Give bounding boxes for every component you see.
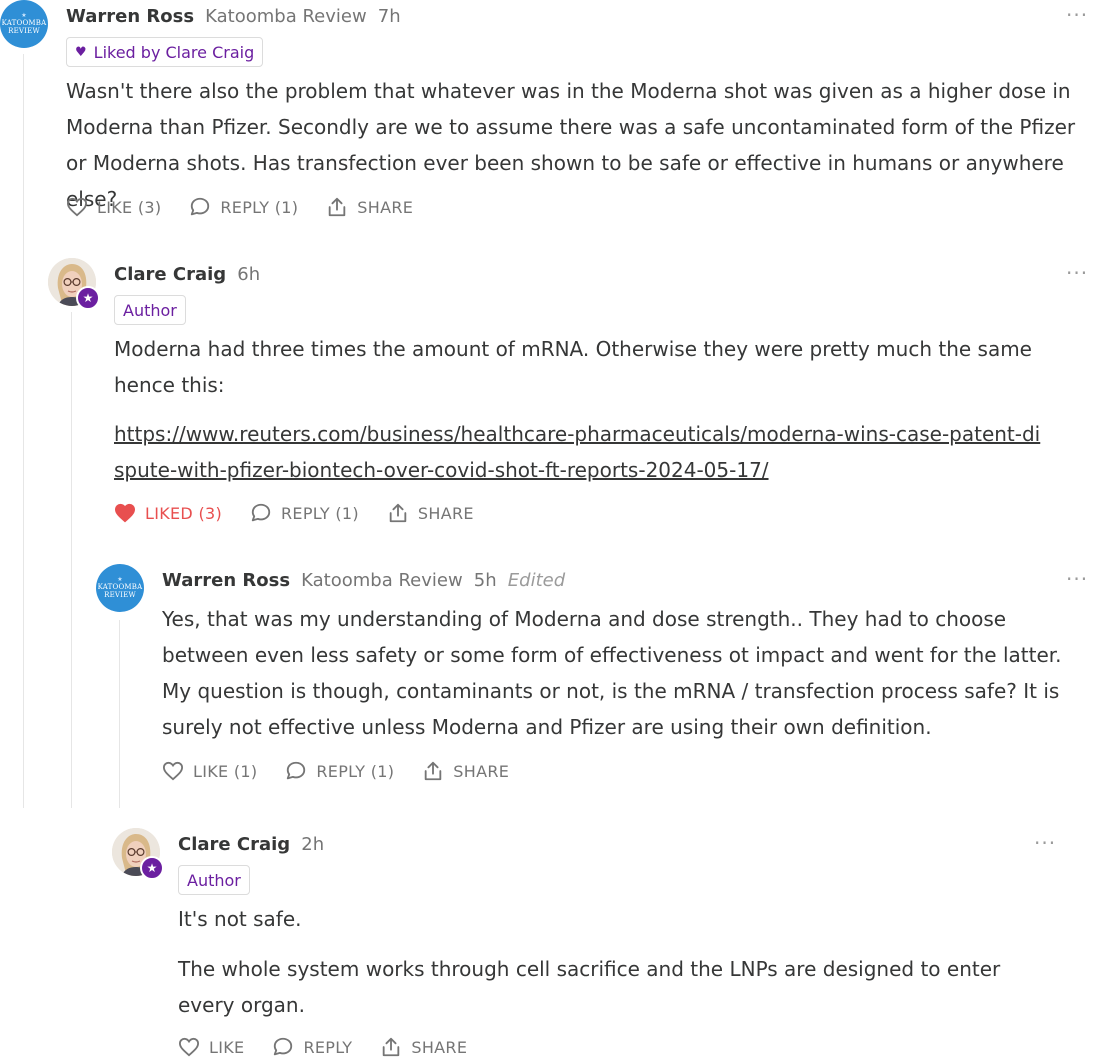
reply-label: REPLY [303,1037,353,1057]
share-label: SHARE [417,503,474,523]
share-icon [425,761,442,781]
liked-by-author-badge: ♥ Liked by Clare Craig [66,37,264,67]
share-label: SHARE [357,197,414,217]
author-badge: Author [114,295,186,325]
reply-button[interactable]: REPLY (1) [285,760,394,782]
edited-label: Edited [507,570,566,591]
comment-header: Warren Ross Katoomba Review 7h [66,6,407,28]
more-options-icon[interactable]: ··· [1066,5,1088,25]
timestamp[interactable]: 6h [237,264,260,285]
comment-paragraph: Yes, that was my understanding of Modern… [162,607,1062,739]
publication-name[interactable]: Katoomba Review [301,570,463,591]
reply-bubble-icon [251,503,271,522]
timestamp[interactable]: 7h [378,6,401,27]
more-options-icon[interactable]: ··· [1034,833,1056,853]
avatar[interactable]: ★ KATOOMBA REVIEW [0,0,48,48]
badge-label: Author [187,870,241,890]
logo-text: REVIEW [8,27,40,35]
comment-body: It's not safe. The whole system works th… [178,901,1058,1023]
comment-body: Yes, that was my understanding of Modern… [162,601,1090,745]
author-name[interactable]: Clare Craig [178,834,290,855]
like-label: LIKED (3) [145,503,223,523]
author-star-icon: ★ [76,286,100,310]
reply-label: REPLY (1) [281,503,359,523]
author-name[interactable]: Clare Craig [114,264,226,285]
reply-bubble-icon [287,761,306,780]
like-label: LIKE (3) [97,197,162,217]
heart-outline-icon [162,761,184,781]
logo-text: KATOOMBA [97,583,143,591]
reply-bubble-icon [274,1037,293,1056]
like-button[interactable]: LIKE (3) [66,197,161,217]
comment-header: Clare Craig 6h [114,264,266,286]
heart-filled-icon [114,503,136,523]
thread-line [71,312,72,808]
reply-bubble-icon [191,197,210,216]
article-link[interactable]: https://www.reuters.com/business/healthc… [114,422,1040,482]
author-badge: Author [178,865,250,895]
share-button[interactable]: SHARE [387,502,474,524]
author-star-icon: ★ [140,856,164,880]
badge-label: Liked by Clare Craig [93,42,255,62]
heart-icon: ♥ [75,44,87,60]
reply-button[interactable]: REPLY (1) [189,196,298,218]
logo-text: KATOOMBA [1,19,47,27]
avatar[interactable]: ★ KATOOMBA REVIEW [96,564,144,612]
like-label: LIKE [209,1037,245,1057]
comment-body: Moderna had three times the amount of mR… [114,331,1094,403]
reply-button[interactable]: REPLY (1) [250,502,359,524]
share-label: SHARE [411,1037,468,1057]
comment-paragraph: The whole system works through cell sacr… [178,957,1001,1017]
more-options-icon[interactable]: ··· [1066,569,1088,589]
logo-text: REVIEW [104,591,136,599]
comment-actions: LIKE REPLY SHARE [178,1036,495,1058]
share-button[interactable]: SHARE [326,196,413,218]
more-options-icon[interactable]: ··· [1066,263,1088,283]
share-button[interactable]: SHARE [422,760,509,782]
comment-paragraph: It's not safe. [178,907,302,931]
like-label: LIKE (1) [193,761,258,781]
author-name[interactable]: Warren Ross [162,570,290,591]
thread-line [23,54,24,808]
share-icon [383,1037,400,1057]
reply-label: REPLY (1) [316,761,395,781]
author-name[interactable]: Warren Ross [66,6,194,27]
share-icon [329,197,346,217]
comment-header: Clare Craig 2h [178,834,330,856]
liked-button[interactable]: LIKED (3) [114,503,222,523]
comment-actions: LIKED (3) REPLY (1) SHARE [114,502,502,524]
publication-name[interactable]: Katoomba Review [205,6,367,27]
comment-actions: LIKE (1) REPLY (1) SHARE [162,760,537,782]
like-button[interactable]: LIKE [178,1037,244,1057]
thread-line [119,620,120,808]
comment-link-block: https://www.reuters.com/business/healthc… [114,416,1044,488]
like-button[interactable]: LIKE (1) [162,761,257,781]
comment-actions: LIKE (3) REPLY (1) SHARE [66,196,441,218]
reply-button[interactable]: REPLY [272,1036,352,1058]
reply-label: REPLY (1) [220,197,299,217]
share-label: SHARE [453,761,510,781]
comment-header: Warren Ross Katoomba Review 5h Edited [162,570,571,592]
comment-paragraph: Moderna had three times the amount of mR… [114,337,1032,397]
heart-outline-icon [66,197,88,217]
share-icon [389,503,407,523]
share-button[interactable]: SHARE [380,1036,467,1058]
badge-label: Author [123,300,177,320]
heart-outline-icon [178,1037,200,1057]
timestamp[interactable]: 2h [301,834,324,855]
timestamp[interactable]: 5h [474,570,497,591]
